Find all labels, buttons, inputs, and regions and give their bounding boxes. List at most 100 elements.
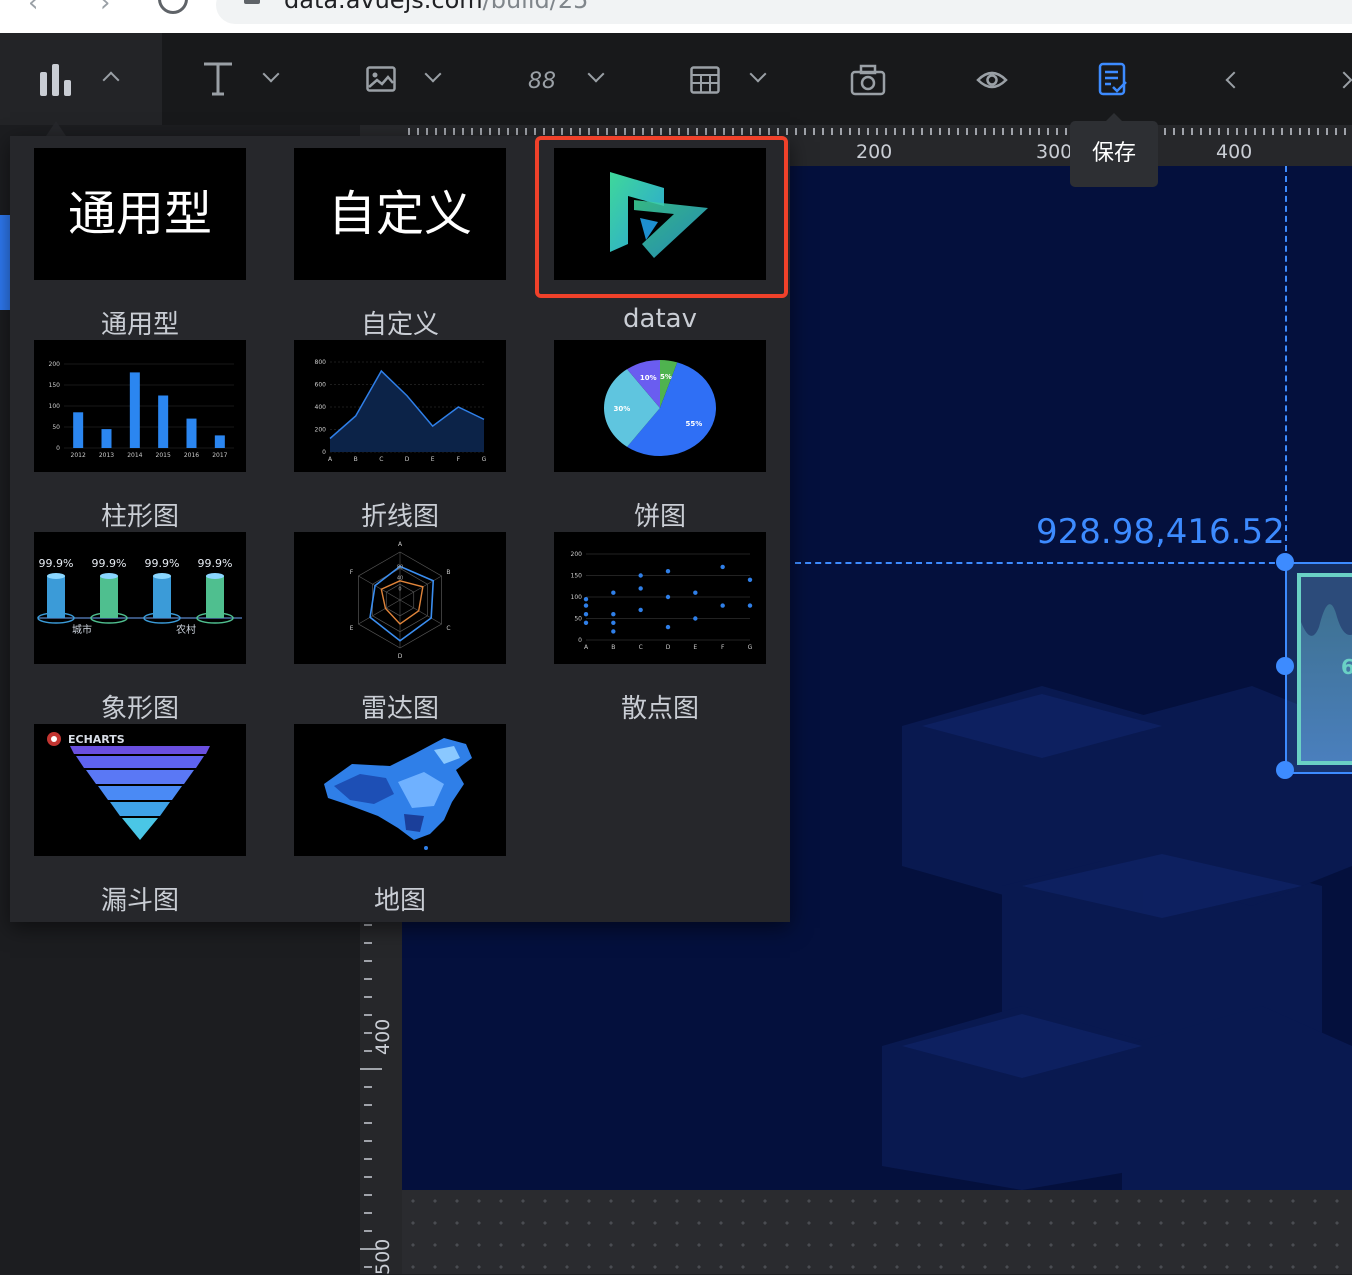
x-tick-label: E (693, 644, 697, 651)
thumbnail-text: 通用型 (67, 186, 212, 242)
pictorial-value-label: 99.9% (39, 557, 74, 570)
horizontal-guide-line (795, 562, 1285, 564)
chart-option-label: datav (623, 304, 697, 334)
y-tick-label: 150 (49, 382, 61, 389)
scatter-point (583, 612, 589, 617)
chart-option-map[interactable]: 地图 (294, 724, 506, 916)
bar-chart-icon[interactable] (38, 62, 74, 96)
x-tick-label: E (431, 456, 435, 463)
chart-option-label: 自定义 (360, 310, 439, 340)
reload-icon[interactable] (158, 0, 188, 14)
radar-axis-label: D (398, 653, 403, 660)
pie-slice-label: 5% (660, 373, 672, 381)
scatter-point (583, 596, 589, 602)
chart-option-bar[interactable]: 0 50 100 150 200 2012 2013 2014 2015 2016 2017 柱形图 (34, 340, 246, 532)
svg-text:88: 88 (528, 69, 556, 92)
bar (186, 418, 197, 448)
scatter-point (638, 607, 643, 613)
chart-option-label: 地图 (373, 886, 426, 916)
camera-icon[interactable] (850, 64, 886, 96)
save-tooltip: 保存 (1070, 113, 1158, 187)
x-tick-label: A (328, 456, 333, 463)
resize-handle[interactable] (1276, 761, 1294, 779)
resize-handle[interactable] (1276, 553, 1294, 571)
chart-option-label: 通用型 (100, 310, 179, 340)
scatter-chart-thumbnail: 0 50 100 150 200 A B C D E F G (571, 551, 753, 651)
eye-icon[interactable] (976, 68, 1008, 92)
x-tick-label: B (611, 644, 615, 651)
y-tick-label: 100 (49, 403, 61, 410)
chart-option-radar[interactable]: A B C D E F 80 40 0 雷达图 (294, 532, 506, 724)
scatter-point (720, 603, 725, 608)
chart-option-label: 漏斗图 (100, 886, 179, 916)
url-path: /build/25 (482, 0, 589, 14)
scatter-point (665, 624, 671, 630)
chart-option-custom[interactable]: 自定义 自定义 (294, 148, 506, 340)
chart-option-label: 折线图 (360, 502, 439, 532)
radar-series (380, 580, 424, 625)
scatter-point (583, 620, 589, 625)
x-tick-label: 2014 (127, 452, 142, 459)
pie-slice-label: 30% (614, 405, 631, 413)
thumbnail: 0 200 400 600 800 A B C D E F G (294, 340, 506, 472)
chart-option-line[interactable]: 0 200 400 600 800 A B C D E F G 折线图 (294, 340, 506, 532)
vertical-guide-line (1285, 166, 1287, 561)
chart-tool-button[interactable] (0, 33, 162, 125)
y-tick-label: 200 (315, 427, 327, 434)
scatter-point (611, 620, 616, 625)
canvas-workspace (402, 1190, 1352, 1274)
scatter-point (665, 569, 671, 574)
y-tick-label: 800 (315, 359, 327, 366)
chart-option-label: 饼图 (633, 502, 686, 532)
thumbnail: 0 50 100 150 200 2012 2013 2014 2015 2016 2017 (34, 340, 246, 472)
save-icon[interactable] (1098, 62, 1128, 96)
cylinder-top (153, 573, 171, 579)
digital-number-icon[interactable]: 88 (528, 68, 556, 92)
radar-tick-label: 80 (397, 564, 403, 570)
site-info-icon[interactable] (244, 0, 260, 4)
popup-caret (46, 121, 66, 136)
thumbnail: A B C D E F 80 40 0 (294, 532, 506, 664)
x-tick-label: C (639, 644, 643, 651)
x-tick-label: F (457, 456, 461, 463)
bar (158, 395, 169, 448)
pictorial-value-label: 99.9% (145, 557, 180, 570)
pie-slice-label: 55% (686, 420, 703, 428)
cylinder-top (100, 573, 118, 579)
image-icon[interactable] (366, 66, 396, 92)
chart-option-funnel[interactable]: ECHARTS 漏斗图 (34, 724, 246, 916)
text-icon[interactable] (202, 60, 234, 96)
forward-icon[interactable]: › (100, 0, 110, 18)
scatter-point (665, 594, 671, 600)
x-tick-label: 2015 (156, 452, 171, 459)
bar (129, 372, 140, 448)
chart-option-general[interactable]: 通用型 通用型 (34, 148, 246, 340)
x-tick-label: 2017 (212, 452, 227, 459)
resize-handle[interactable] (1276, 657, 1294, 675)
thumbnail: 99.9% 99.9% 99.9% 99.9% 城市 农村 (34, 532, 246, 664)
liquid-fill-widget[interactable]: 6 (1297, 573, 1352, 765)
ruler-label: 300 (1036, 141, 1073, 163)
thumbnail: 自定义 (294, 148, 506, 280)
y-tick-label: 400 (315, 404, 327, 411)
bar (73, 412, 84, 448)
bar (214, 435, 225, 448)
x-tick-label: 2013 (99, 452, 114, 459)
chart-option-pie[interactable]: 5% 55% 30% 10% 饼图 (554, 340, 766, 532)
pie-slice-label: 10% (640, 374, 657, 382)
pictorial-value-label: 99.9% (92, 557, 127, 570)
cylinder-top (47, 573, 65, 579)
x-tick-label: G (482, 456, 487, 463)
pictorial-chart-thumbnail: 99.9% 99.9% 99.9% 99.9% 城市 农村 (37, 557, 242, 636)
back-icon[interactable]: ‹ (28, 0, 38, 18)
radar-axis-label: F (350, 569, 354, 576)
x-tick-label: B (354, 456, 358, 463)
y-tick-label: 600 (315, 382, 327, 389)
chart-option-scatter[interactable]: 0 50 100 150 200 A B C D E F G 散点图 (554, 532, 766, 724)
y-tick-label: 200 (49, 361, 61, 368)
cylinder-body (100, 576, 118, 618)
chart-option-pictorial[interactable]: 99.9% 99.9% 99.9% 99.9% 城市 农村 象形图 (34, 532, 246, 724)
thumbnail: 5% 55% 30% 10% (554, 340, 766, 472)
table-icon[interactable] (690, 66, 720, 94)
thumbnail: 通用型 (34, 148, 246, 280)
